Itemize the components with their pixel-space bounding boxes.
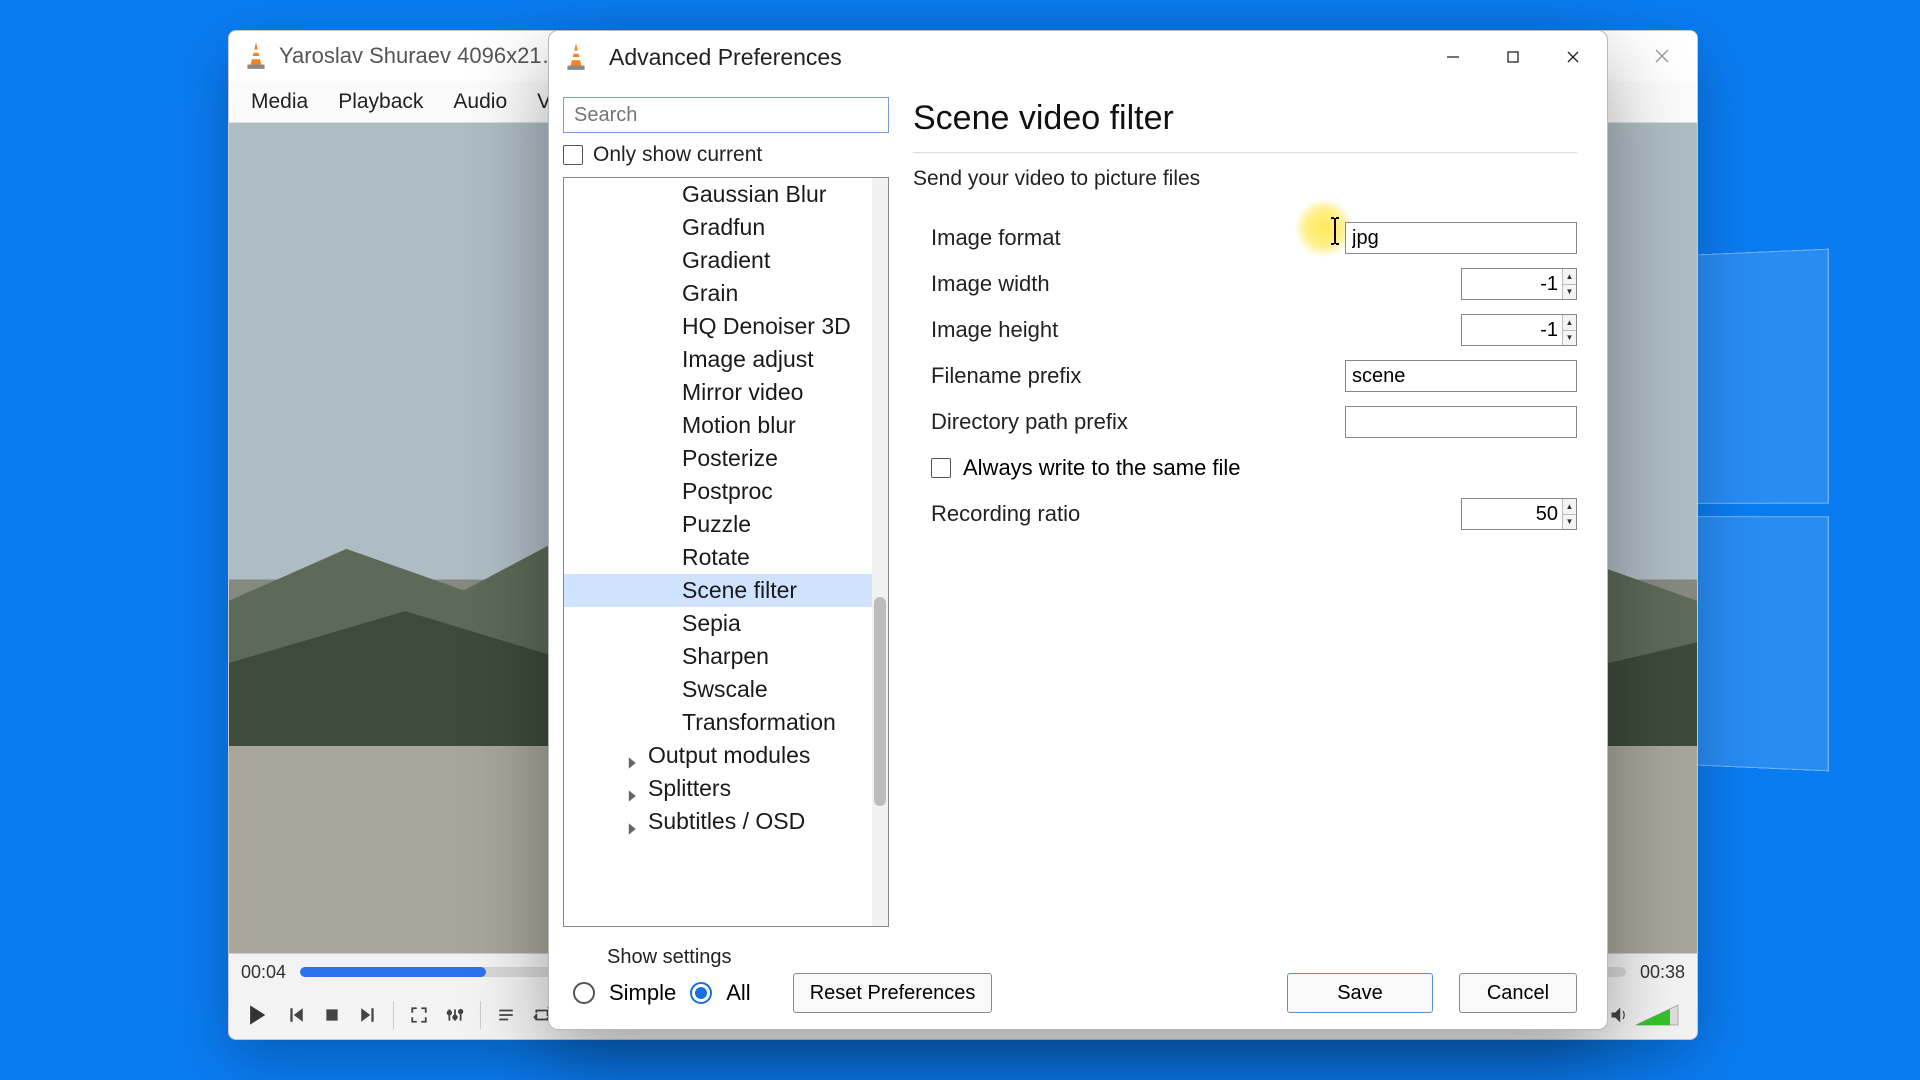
tree-item[interactable]: Mirror video: [564, 376, 872, 409]
only-show-current-label: Only show current: [593, 143, 762, 167]
only-show-current-checkbox[interactable]: Only show current: [563, 143, 889, 167]
tree-item[interactable]: HQ Denoiser 3D: [564, 310, 872, 343]
vlc-main-close-button[interactable]: [1633, 35, 1691, 77]
vlc-cone-icon: [563, 42, 589, 72]
tree-item[interactable]: Puzzle: [564, 508, 872, 541]
prefs-left-panel: Only show current Gaussian BlurGradfunGr…: [549, 83, 895, 935]
tree-item[interactable]: Rotate: [564, 541, 872, 574]
tree-item[interactable]: Image adjust: [564, 343, 872, 376]
spin-down-icon[interactable]: ▼: [1562, 515, 1576, 530]
tree-item[interactable]: Swscale: [564, 673, 872, 706]
image-width-label: Image width: [913, 271, 1461, 297]
spin-up-icon[interactable]: ▲: [1562, 269, 1576, 285]
checkbox-icon: [931, 458, 951, 478]
radio-all[interactable]: [690, 982, 712, 1004]
directory-prefix-input[interactable]: [1345, 406, 1577, 438]
image-format-label: Image format: [913, 225, 1345, 251]
image-width-spinbox[interactable]: ▲▼: [1461, 268, 1577, 300]
chevron-right-icon: [626, 815, 640, 829]
close-button[interactable]: [1543, 34, 1603, 80]
tree-item[interactable]: Gaussian Blur: [564, 178, 872, 211]
tree-item[interactable]: Motion blur: [564, 409, 872, 442]
stop-button[interactable]: [315, 998, 349, 1032]
spin-up-icon[interactable]: ▲: [1562, 499, 1576, 515]
tree-item[interactable]: Gradient: [564, 244, 872, 277]
reset-preferences-button[interactable]: Reset Preferences: [793, 973, 993, 1013]
filename-prefix-label: Filename prefix: [913, 363, 1345, 389]
recording-ratio-input[interactable]: [1461, 498, 1577, 530]
spin-down-icon[interactable]: ▼: [1562, 285, 1576, 300]
time-elapsed: 00:04: [241, 962, 286, 983]
chevron-right-icon: [626, 749, 640, 763]
radio-simple-label: Simple: [609, 980, 676, 1006]
divider: [913, 152, 1577, 153]
tree-item[interactable]: Grain: [564, 277, 872, 310]
spin-down-icon[interactable]: ▼: [1562, 331, 1576, 346]
tree-item[interactable]: Scene filter: [564, 574, 872, 607]
next-button[interactable]: [351, 998, 385, 1032]
menu-media[interactable]: Media: [239, 86, 320, 118]
volume-control[interactable]: [1609, 1004, 1679, 1026]
prefs-footer: Show settings Simple All Reset Preferenc…: [549, 935, 1607, 1029]
recording-ratio-label: Recording ratio: [913, 501, 1461, 527]
tree-item[interactable]: Gradfun: [564, 211, 872, 244]
fullscreen-button[interactable]: [402, 998, 436, 1032]
always-same-file-checkbox[interactable]: Always write to the same file: [913, 445, 1577, 491]
prefs-right-panel: Scene video filter Send your video to pi…: [895, 83, 1607, 935]
always-same-file-label: Always write to the same file: [963, 455, 1241, 481]
tree-item[interactable]: Posterize: [564, 442, 872, 475]
menu-playback[interactable]: Playback: [326, 86, 435, 118]
prefs-titlebar: Advanced Preferences: [549, 31, 1607, 83]
advanced-preferences-dialog: Advanced Preferences Only show current G…: [548, 30, 1608, 1030]
tree-scrollbar[interactable]: [872, 178, 888, 926]
checkbox-icon: [563, 145, 583, 165]
recording-ratio-spinbox[interactable]: ▲▼: [1461, 498, 1577, 530]
maximize-button[interactable]: [1483, 34, 1543, 80]
volume-slider[interactable]: [1635, 1004, 1679, 1026]
tree-group[interactable]: Splitters: [564, 772, 872, 805]
prefs-title: Advanced Preferences: [609, 44, 842, 71]
minimize-button[interactable]: [1423, 34, 1483, 80]
show-settings-label: Show settings: [607, 946, 992, 969]
vlc-window-title: Yaroslav Shuraev 4096x21…: [279, 43, 564, 69]
image-height-label: Image height: [913, 317, 1461, 343]
chevron-right-icon: [626, 782, 640, 796]
prev-button[interactable]: [279, 998, 313, 1032]
search-input[interactable]: [563, 97, 889, 133]
tree-item[interactable]: Postproc: [564, 475, 872, 508]
spin-up-icon[interactable]: ▲: [1562, 315, 1576, 331]
cancel-button[interactable]: Cancel: [1459, 973, 1577, 1013]
tree-item[interactable]: Transformation: [564, 706, 872, 739]
image-format-input[interactable]: [1345, 222, 1577, 254]
image-height-spinbox[interactable]: ▲▼: [1461, 314, 1577, 346]
menu-audio[interactable]: Audio: [441, 86, 519, 118]
time-total: 00:38: [1640, 962, 1685, 983]
filename-prefix-input[interactable]: [1345, 360, 1577, 392]
tree-group[interactable]: Subtitles / OSD: [564, 805, 872, 838]
tree-scroll-thumb[interactable]: [874, 597, 886, 806]
tree-item[interactable]: Sepia: [564, 607, 872, 640]
section-title: Scene video filter: [913, 93, 1577, 152]
tree-item[interactable]: Sharpen: [564, 640, 872, 673]
vlc-cone-icon: [243, 41, 269, 71]
tree-group[interactable]: Output modules: [564, 739, 872, 772]
play-button[interactable]: [237, 995, 277, 1035]
image-width-input[interactable]: [1461, 268, 1577, 300]
directory-prefix-label: Directory path prefix: [913, 409, 1345, 435]
radio-all-label: All: [726, 980, 750, 1006]
ext-settings-button[interactable]: [438, 998, 472, 1032]
save-button[interactable]: Save: [1287, 973, 1433, 1013]
playlist-button[interactable]: [489, 998, 523, 1032]
image-height-input[interactable]: [1461, 314, 1577, 346]
radio-simple[interactable]: [573, 982, 595, 1004]
section-description: Send your video to picture files: [913, 167, 1577, 191]
prefs-tree: Gaussian BlurGradfunGradientGrainHQ Deno…: [563, 177, 889, 927]
